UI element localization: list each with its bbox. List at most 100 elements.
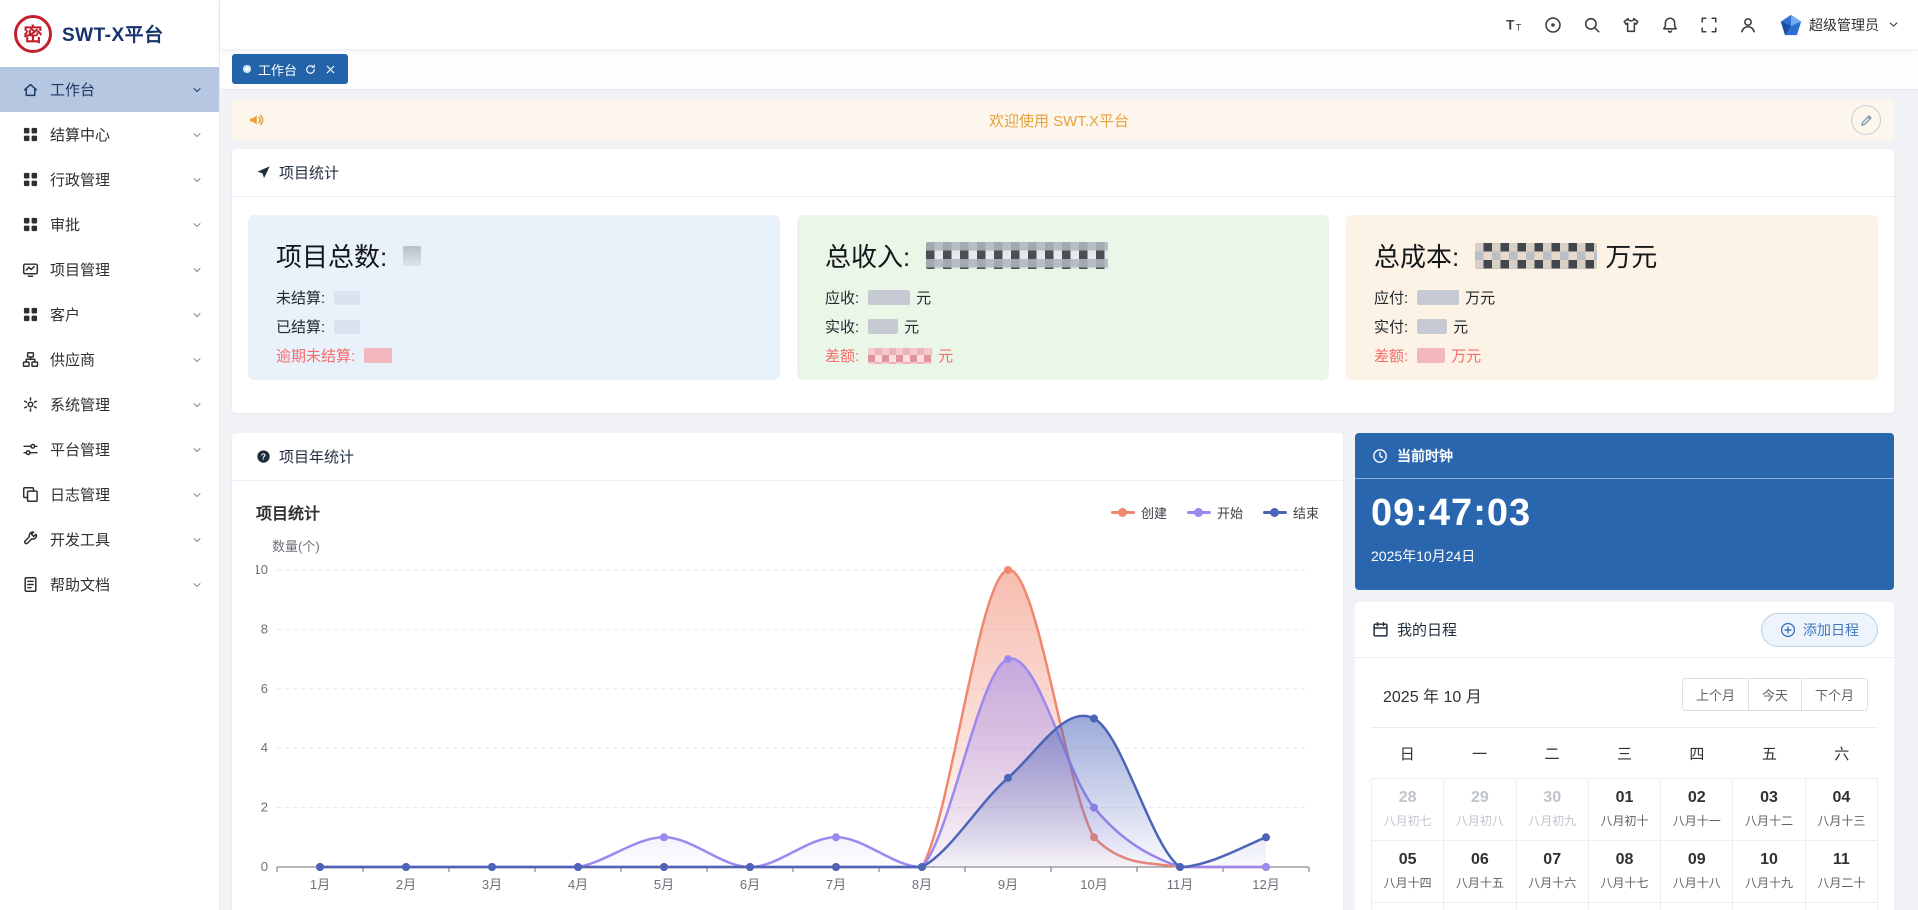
svg-text:10月: 10月 [1080, 877, 1107, 892]
edit-button[interactable] [1851, 105, 1881, 135]
clock-panel: 当前时钟 09:47:03 2025年10月24日 [1355, 433, 1894, 590]
project-year-title: 项目年统计 [279, 446, 354, 467]
calendar-cell[interactable]: 16 [1661, 903, 1733, 910]
calendar-cell[interactable]: 17 [1733, 903, 1805, 910]
sidebar-item[interactable]: 开发工具 [0, 517, 219, 562]
font-size-icon[interactable]: TT [1503, 14, 1525, 36]
calendar-cell[interactable]: 15 [1589, 903, 1661, 910]
calendar-cell[interactable]: 08 八月十七 [1589, 841, 1661, 903]
sidebar-item[interactable]: 客户 [0, 292, 219, 337]
calendar-cell[interactable]: 30 八月初九 [1517, 779, 1589, 841]
calendar-cell[interactable]: 10 八月十九 [1733, 841, 1805, 903]
weekday-label: 三 [1588, 743, 1660, 764]
locale-icon[interactable] [1542, 14, 1564, 36]
profile-icon[interactable] [1737, 14, 1759, 36]
calendar-cell[interactable]: 05 八月十四 [1372, 841, 1444, 903]
weekday-row: 日一二三四五六 [1371, 728, 1878, 778]
refresh-icon[interactable] [304, 63, 317, 76]
legend-item[interactable]: 结束 [1263, 503, 1319, 522]
sidebar-item[interactable]: 行政管理 [0, 157, 219, 202]
calendar-grid: 28 八月初七29 八月初八30 八月初九01 八月初十02 八月十一03 八月… [1371, 778, 1878, 910]
redacted-value [334, 291, 360, 305]
chevron-down-icon [191, 174, 203, 186]
month-nav-button[interactable]: 下个月 [1801, 679, 1867, 710]
fullscreen-icon[interactable] [1698, 14, 1720, 36]
calendar-cell[interactable]: 03 八月十二 [1733, 779, 1805, 841]
sidebar-item[interactable]: 供应商 [0, 337, 219, 382]
app-logo: 密 SWT-X平台 [0, 0, 219, 67]
redacted-value [403, 246, 421, 266]
sidebar-item[interactable]: 日志管理 [0, 472, 219, 517]
sidebar-item-label: 系统管理 [50, 394, 110, 415]
calendar-cell[interactable]: 12 [1372, 903, 1444, 910]
legend-swatch-icon [1111, 507, 1135, 517]
clock-header: 当前时钟 [1355, 433, 1894, 479]
sidebar-item[interactable]: 工作台 [0, 67, 219, 112]
clock-icon [1371, 445, 1389, 467]
welcome-text: 欢迎使用 SWT.X平台 [267, 110, 1851, 131]
chevron-down-icon [191, 534, 203, 546]
calendar-cell[interactable]: 14 [1517, 903, 1589, 910]
calendar-cell[interactable]: 29 八月初八 [1444, 779, 1516, 841]
svg-text:3月: 3月 [482, 877, 502, 892]
sidebar-item-label: 开发工具 [50, 529, 110, 550]
tab-workbench[interactable]: 工作台 [232, 54, 348, 84]
svg-text:11月: 11月 [1167, 877, 1194, 892]
stat-row-unit: 元 [1453, 316, 1468, 337]
month-nav-button[interactable]: 上个月 [1683, 679, 1748, 710]
svg-text:12月: 12月 [1252, 877, 1279, 892]
calendar-day: 09 [1661, 851, 1732, 869]
calendar-cell[interactable]: 09 八月十八 [1661, 841, 1733, 903]
notification-bell-icon[interactable] [1659, 14, 1681, 36]
search-icon[interactable] [1581, 14, 1603, 36]
sidebar-item[interactable]: 审批 [0, 202, 219, 247]
stat-row: 应付: 万元 [1374, 287, 1850, 308]
close-icon[interactable] [324, 63, 337, 76]
user-menu[interactable]: 超级管理员 [1780, 14, 1900, 36]
calendar-cell[interactable]: 04 八月十三 [1806, 779, 1878, 841]
calendar-day: 30 [1517, 789, 1588, 807]
add-schedule-button[interactable]: 添加日程 [1761, 613, 1878, 647]
svg-text:T: T [1506, 17, 1515, 32]
stat-card: 总收入: 应收: 元 实收: 元 差额: 元 [797, 215, 1329, 380]
calendar-cell[interactable]: 18 [1806, 903, 1878, 910]
stat-card-title: 总成本:万元 [1374, 237, 1850, 274]
calendar-cell[interactable]: 28 八月初七 [1372, 779, 1444, 841]
topbar: TT 超级管理员 [220, 0, 1918, 49]
sidebar-item[interactable]: 帮助文档 [0, 562, 219, 607]
tab-bar: 工作台 [220, 49, 1918, 90]
grid-icon [22, 171, 39, 188]
sidebar-item[interactable]: 系统管理 [0, 382, 219, 427]
calendar-cell[interactable]: 01 八月初十 [1589, 779, 1661, 841]
redacted-value [926, 242, 1108, 269]
sidebar-item[interactable]: 平台管理 [0, 427, 219, 472]
chevron-down-icon [1886, 14, 1900, 36]
calendar-cell[interactable]: 07 八月十六 [1517, 841, 1589, 903]
theme-icon[interactable] [1620, 14, 1642, 36]
svg-text:0: 0 [261, 859, 268, 874]
sidebar-item[interactable]: 结算中心 [0, 112, 219, 157]
svg-text:4月: 4月 [568, 877, 588, 892]
chart-body: 项目统计 创建 开始 结束 数量(个)02468101月2月3月4月5月6月7月… [232, 481, 1343, 910]
calendar-cell[interactable]: 11 八月二十 [1806, 841, 1878, 903]
schedule-panel: 我的日程 添加日程 2025 年 10 月 上个月今天下个月 [1355, 602, 1894, 910]
sidebar-item-label: 供应商 [50, 349, 95, 370]
calendar-cell[interactable]: 13 [1444, 903, 1516, 910]
weekday-label: 日 [1371, 743, 1443, 764]
chevron-down-icon [191, 84, 203, 96]
calendar-lunar: 八月十四 [1372, 874, 1443, 891]
legend-label: 结束 [1293, 503, 1319, 522]
calendar-cell[interactable]: 06 八月十五 [1444, 841, 1516, 903]
sidebar-item[interactable]: 项目管理 [0, 247, 219, 292]
calendar-lunar: 八月初九 [1517, 812, 1588, 829]
svg-text:7月: 7月 [826, 877, 846, 892]
clock-title: 当前时钟 [1397, 446, 1453, 466]
redacted-value [868, 319, 898, 334]
chevron-down-icon [191, 354, 203, 366]
calendar-cell[interactable]: 02 八月十一 [1661, 779, 1733, 841]
calendar-day: 02 [1661, 789, 1732, 807]
stat-row: 应收: 元 [825, 287, 1301, 308]
month-nav-button[interactable]: 今天 [1748, 679, 1801, 710]
legend-item[interactable]: 开始 [1187, 503, 1243, 522]
legend-item[interactable]: 创建 [1111, 503, 1167, 522]
